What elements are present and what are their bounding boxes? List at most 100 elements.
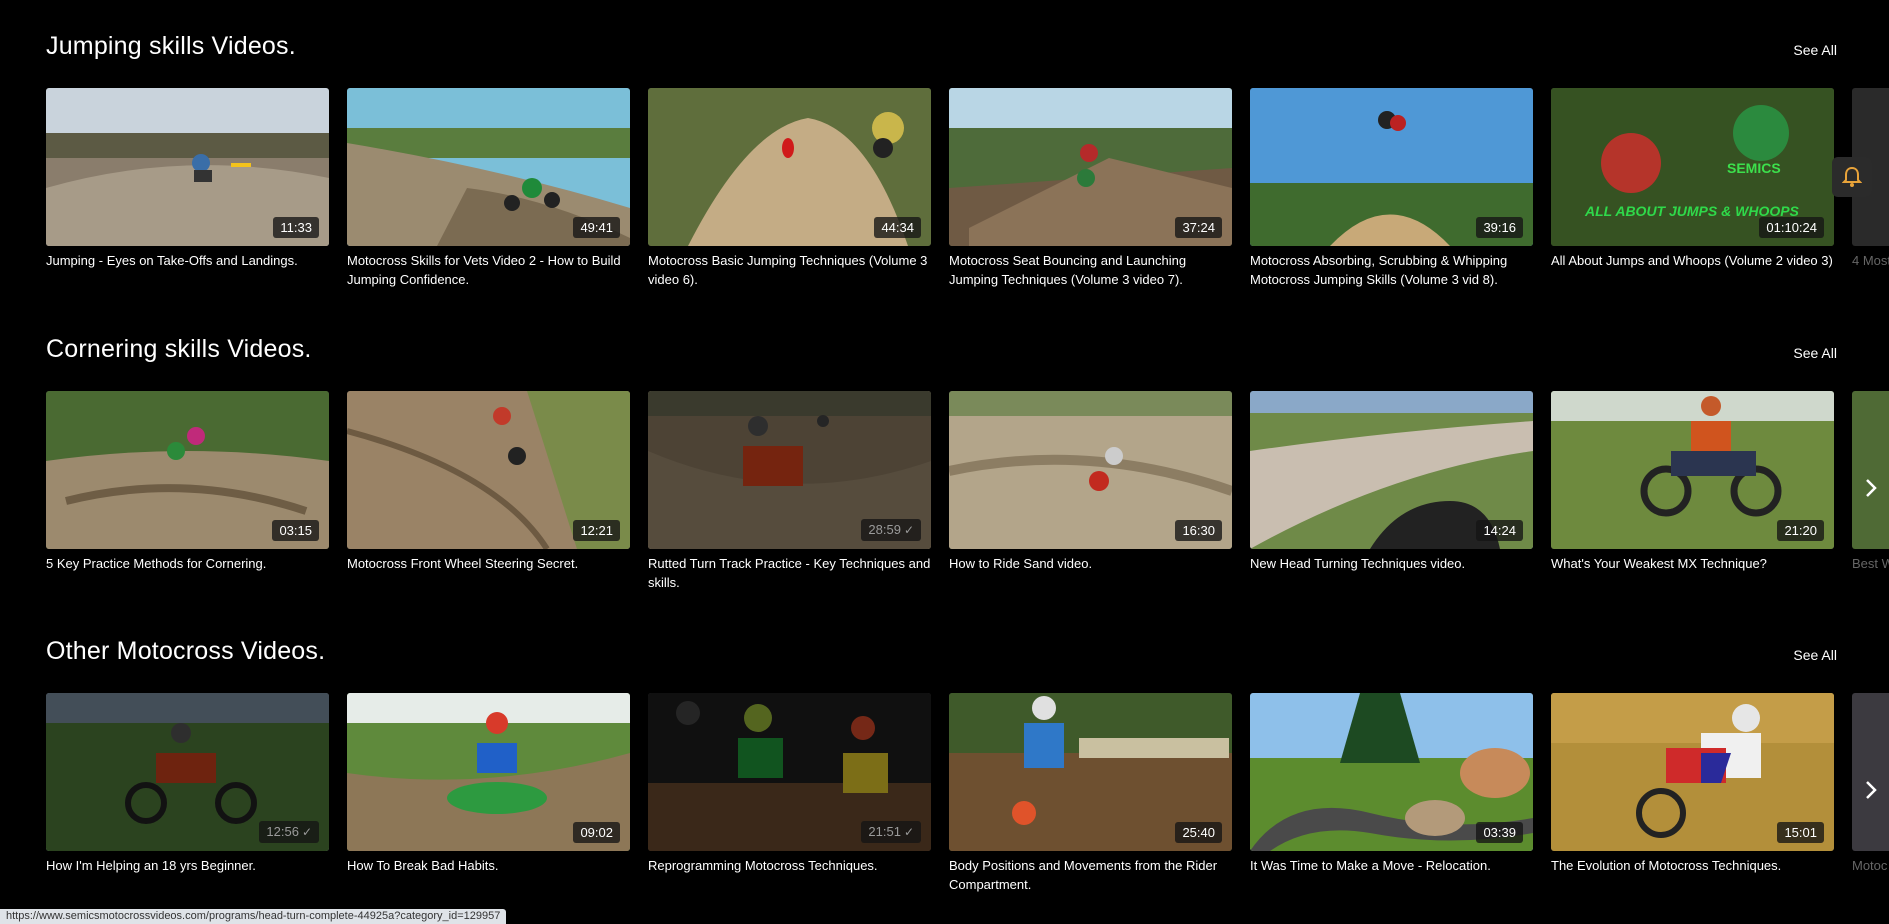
video-duration: 49:41 (573, 217, 620, 238)
carousel-next-button[interactable] (1853, 770, 1889, 810)
video-duration: 03:15 (272, 520, 319, 541)
video-card[interactable]: 12:56 ✓ How I'm Helping an 18 yrs Beginne… (46, 693, 329, 875)
section-other: Other Motocross Videos. See All 12:56 ✓ H… (0, 605, 1889, 895)
video-title[interactable]: It Was Time to Make a Move - Relocation. (1250, 856, 1533, 875)
see-all-link[interactable]: See All (1793, 647, 1837, 663)
video-thumbnail[interactable]: 15:01 (1551, 693, 1834, 851)
see-all-link[interactable]: See All (1793, 42, 1837, 58)
video-thumbnail[interactable]: 49:41 (347, 88, 630, 246)
video-thumbnail[interactable]: 03:39 (1250, 693, 1533, 851)
duration-text: 12:56 (266, 824, 299, 839)
video-thumbnail[interactable]: 14:24 (1250, 391, 1533, 549)
section-title: Cornering skills Videos. (46, 335, 312, 363)
video-title[interactable]: Motoc (1852, 856, 1889, 875)
video-title[interactable]: Motocross Basic Jumping Techniques (Volu… (648, 251, 931, 288)
video-card[interactable]: 15:01 The Evolution of Motocross Techniq… (1551, 693, 1834, 875)
video-thumbnail[interactable]: 44:34 (648, 88, 931, 246)
video-duration: 37:24 (1175, 217, 1222, 238)
notification-bell-button[interactable] (1832, 157, 1872, 197)
video-title[interactable]: Reprogramming Motocross Techniques. (648, 856, 931, 875)
video-title[interactable]: Body Positions and Movements from the Ri… (949, 856, 1232, 893)
video-title[interactable]: How I'm Helping an 18 yrs Beginner. (46, 856, 329, 875)
video-card[interactable]: 09:02 How To Break Bad Habits. (347, 693, 630, 875)
video-duration: 21:20 (1777, 520, 1824, 541)
video-thumbnail[interactable]: 37:24 (949, 88, 1232, 246)
video-thumbnail[interactable]: 03:15 (46, 391, 329, 549)
video-card[interactable]: 11:33 Jumping - Eyes on Take-Offs and La… (46, 88, 329, 270)
video-row: 12:56 ✓ How I'm Helping an 18 yrs Beginne… (46, 693, 1889, 893)
video-duration: 12:21 (573, 520, 620, 541)
video-duration: 15:01 (1777, 822, 1824, 843)
video-duration: 14:24 (1476, 520, 1523, 541)
chevron-right-icon (1866, 479, 1877, 497)
video-duration: 09:02 (573, 822, 620, 843)
video-title[interactable]: Jumping - Eyes on Take-Offs and Landings… (46, 251, 329, 270)
check-icon: ✓ (903, 825, 914, 839)
video-card[interactable]: 44:34 Motocross Basic Jumping Techniques… (648, 88, 931, 288)
video-card[interactable]: 49:41 Motocross Skills for Vets Video 2 … (347, 88, 630, 288)
video-card[interactable]: 21:20 What's Your Weakest MX Technique? (1551, 391, 1834, 573)
video-card[interactable]: 03:15 5 Key Practice Methods for Corneri… (46, 391, 329, 573)
video-thumbnail[interactable]: 21:51 ✓ (648, 693, 931, 851)
video-card[interactable]: 25:40 Body Positions and Movements from … (949, 693, 1232, 893)
video-title[interactable]: 4 Most (1852, 251, 1889, 270)
video-title[interactable]: Motocross Seat Bouncing and Launching Ju… (949, 251, 1232, 288)
video-row: 11:33 Jumping - Eyes on Take-Offs and La… (46, 88, 1889, 288)
video-title[interactable]: The Evolution of Motocross Techniques. (1551, 856, 1834, 875)
chevron-right-icon (1866, 781, 1877, 799)
video-title[interactable]: Motocross Absorbing, Scrubbing & Whippin… (1250, 251, 1533, 288)
video-duration: 21:51 ✓ (861, 821, 921, 843)
section-title: Jumping skills Videos. (46, 32, 296, 60)
video-thumbnail[interactable]: 12:56 ✓ (46, 693, 329, 851)
check-icon: ✓ (301, 825, 312, 839)
video-title[interactable]: Motocross Front Wheel Steering Secret. (347, 554, 630, 573)
video-title[interactable]: What's Your Weakest MX Technique? (1551, 554, 1834, 573)
video-thumbnail[interactable]: 09:02 (347, 693, 630, 851)
section-title: Other Motocross Videos. (46, 637, 326, 665)
video-duration: 44:34 (874, 217, 921, 238)
video-title[interactable]: How to Ride Sand video. (949, 554, 1232, 573)
carousel-next-button[interactable] (1853, 468, 1889, 508)
video-duration: 12:56 ✓ (259, 821, 319, 843)
video-card[interactable]: 12:21 Motocross Front Wheel Steering Sec… (347, 391, 630, 573)
video-duration: 11:33 (273, 217, 319, 238)
video-thumbnail[interactable]: 11:33 (46, 88, 329, 246)
video-title[interactable]: How To Break Bad Habits. (347, 856, 630, 875)
duration-text: 21:51 (868, 824, 901, 839)
bell-icon (1842, 166, 1862, 187)
duration-text: 28:59 (868, 522, 901, 537)
video-thumbnail[interactable]: 28:59 ✓ (648, 391, 931, 549)
video-thumbnail[interactable]: 25:40 (949, 693, 1232, 851)
video-card[interactable]: 03:39 It Was Time to Make a Move - Reloc… (1250, 693, 1533, 875)
video-thumbnail[interactable]: 21:20 (1551, 391, 1834, 549)
video-row: 03:15 5 Key Practice Methods for Corneri… (46, 391, 1889, 591)
video-thumbnail[interactable]: SEMICS ALL ABOUT JUMPS & WHOOPS 01:10:24 (1551, 88, 1834, 246)
video-card[interactable]: SEMICS ALL ABOUT JUMPS & WHOOPS 01:10:24… (1551, 88, 1834, 270)
video-duration: 28:59 ✓ (861, 519, 921, 541)
see-all-link[interactable]: See All (1793, 345, 1837, 361)
video-card[interactable]: 21:51 ✓ Reprogramming Motocross Technique… (648, 693, 931, 875)
video-title[interactable]: All About Jumps and Whoops (Volume 2 vid… (1551, 251, 1834, 270)
video-thumbnail[interactable]: 39:16 (1250, 88, 1533, 246)
video-card[interactable]: 16:30 How to Ride Sand video. (949, 391, 1232, 573)
video-card[interactable]: 14:24 New Head Turning Techniques video. (1250, 391, 1533, 573)
video-title[interactable]: Motocross Skills for Vets Video 2 - How … (347, 251, 630, 288)
video-title[interactable]: 5 Key Practice Methods for Cornering. (46, 554, 329, 573)
section-jumping: Jumping skills Videos. See All 11:33 Jum… (0, 0, 1889, 290)
logo-text: SEMICS (1727, 160, 1781, 176)
video-title[interactable]: New Head Turning Techniques video. (1250, 554, 1533, 573)
check-icon: ✓ (903, 523, 914, 537)
video-title[interactable]: Best W (1852, 554, 1889, 573)
video-duration: 03:39 (1476, 822, 1523, 843)
video-thumbnail[interactable]: 16:30 (949, 391, 1232, 549)
video-card[interactable]: 28:59 ✓ Rutted Turn Track Practice - Key … (648, 391, 931, 591)
video-duration: 01:10:24 (1759, 217, 1824, 238)
video-duration: 25:40 (1175, 822, 1222, 843)
section-cornering: Cornering skills Videos. See All 03:15 5… (0, 303, 1889, 593)
video-card[interactable]: 37:24 Motocross Seat Bouncing and Launch… (949, 88, 1232, 288)
video-thumbnail[interactable]: 12:21 (347, 391, 630, 549)
video-card[interactable]: 39:16 Motocross Absorbing, Scrubbing & W… (1250, 88, 1533, 288)
video-title[interactable]: Rutted Turn Track Practice - Key Techniq… (648, 554, 931, 591)
browser-status-url: https://www.semicsmotocrossvideos.com/pr… (0, 909, 507, 924)
video-duration: 39:16 (1476, 217, 1523, 238)
